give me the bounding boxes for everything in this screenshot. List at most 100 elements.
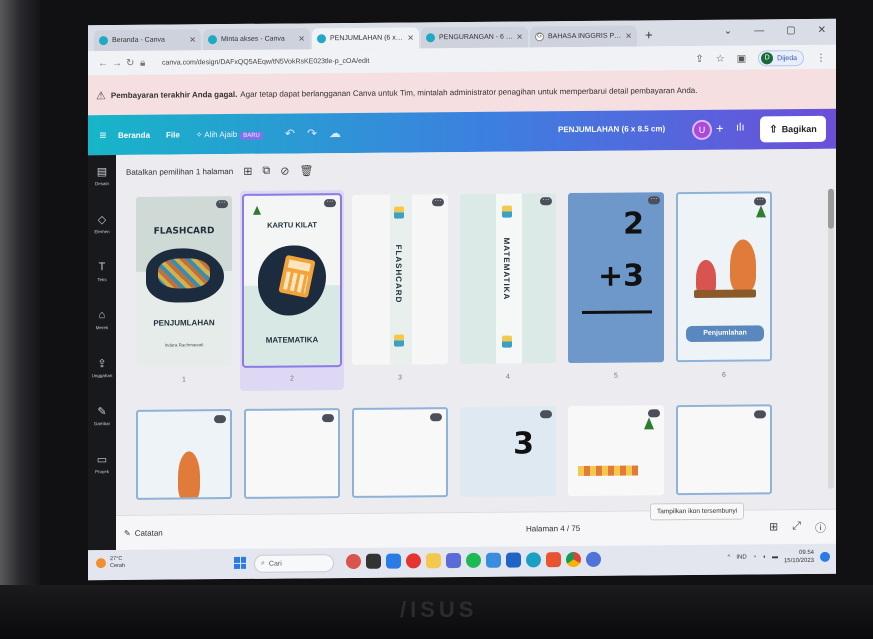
page-thumbnail-4[interactable]: ··· MATEMATIKA <box>460 193 556 365</box>
browser-tab-minta-akses[interactable]: Minta akses - Canva ✕ <box>203 28 310 51</box>
notification-icon[interactable] <box>820 551 830 562</box>
url-text[interactable]: canva.com/design/DAFxQQ5AEqw/tN5VokRsKE0… <box>162 57 369 66</box>
trash-icon[interactable]: 🗑︎ <box>299 164 313 177</box>
share-page-icon[interactable]: ⇪ <box>695 53 703 64</box>
close-icon[interactable]: ✕ <box>407 33 414 42</box>
vertical-scrollbar[interactable] <box>828 188 834 489</box>
more-options-icon[interactable]: ··· <box>754 196 766 206</box>
share-button[interactable]: ⇧ Bagikan <box>760 115 826 143</box>
document-title[interactable]: PENJUMLAHAN (6 x 8.5 cm) <box>558 124 665 134</box>
clock[interactable]: 09.54 15/10/2023 <box>784 549 814 565</box>
spotify-icon[interactable] <box>466 552 481 568</box>
page-thumbnail-9[interactable] <box>352 407 448 498</box>
taskbar-search[interactable]: ⌕ Cari <box>254 554 334 573</box>
browser-tab-pengurangan[interactable]: PENGURANGAN - 6 × 8.5cm ✕ <box>421 26 528 49</box>
browser-tab-bahasa-inggris[interactable]: G BAHASA INGGRIS PENJUML ✕ <box>530 25 637 48</box>
sidebar-item-gambar[interactable]: ✎ Gambar <box>88 405 116 453</box>
page-thumbnail-7[interactable] <box>136 409 232 500</box>
page-indicator[interactable]: Halaman 4 / 75 <box>526 524 580 533</box>
mail-icon[interactable] <box>506 552 521 568</box>
sidebar-item-proyek[interactable]: ▭ Proyek <box>88 453 116 501</box>
home-link[interactable]: Beranda <box>118 130 150 139</box>
cloud-saved-icon[interactable]: ☁ <box>329 126 341 140</box>
deselect-pages-label[interactable]: Batalkan pemilihan 1 halaman <box>126 166 233 176</box>
magic-switch-button[interactable]: ✧ Alih Ajaib BARU <box>196 129 263 140</box>
more-options-icon[interactable] <box>754 410 766 419</box>
opera-icon[interactable] <box>406 553 421 569</box>
volume-icon[interactable]: ◖ <box>762 554 766 560</box>
battery-icon[interactable]: ▬ <box>772 554 778 560</box>
reload-icon[interactable]: ↻ <box>126 57 140 68</box>
insights-icon[interactable]: ılı <box>736 122 745 134</box>
meet-app-icon[interactable] <box>346 553 361 570</box>
add-page-icon[interactable]: ⊞ <box>243 164 252 177</box>
wifi-icon[interactable]: ◔ <box>753 554 757 560</box>
windows-start-icon[interactable] <box>234 556 246 569</box>
chevron-up-icon[interactable]: ^ <box>728 555 731 561</box>
notes-button[interactable]: ✎ Catatan <box>124 528 163 537</box>
new-tab-button[interactable]: + <box>645 27 653 42</box>
forward-icon[interactable]: → <box>112 57 126 68</box>
browser-tab-beranda[interactable]: Beranda - Canva ✕ <box>94 29 201 52</box>
hide-icon[interactable]: ⊘ <box>280 164 289 177</box>
browser-tab-penjumlahan[interactable]: PENJUMLAHAN (6 x 8.5 cm) ✕ <box>312 27 419 50</box>
language-indicator[interactable]: IND <box>736 555 746 561</box>
more-options-icon[interactable]: ··· <box>540 196 552 206</box>
sidebar-item-merek[interactable]: ⌂ Merek <box>88 309 116 357</box>
weather-widget[interactable]: 27°C Cerah <box>96 556 125 570</box>
more-options-icon[interactable] <box>648 409 660 418</box>
settings-icon[interactable] <box>486 552 501 568</box>
grid-view-icon[interactable]: ⊞ <box>769 520 778 536</box>
page-thumbnail-8[interactable] <box>244 408 340 499</box>
more-options-icon[interactable] <box>430 413 442 422</box>
page-thumbnail-10[interactable]: 3 <box>460 406 556 498</box>
more-options-icon[interactable]: ··· <box>216 199 228 209</box>
chat-app-icon[interactable] <box>386 553 401 569</box>
more-options-icon[interactable] <box>540 410 552 419</box>
maximize-icon[interactable]: ▢ <box>786 25 795 36</box>
page-thumbnail-3[interactable]: ··· FLASHCARD <box>352 194 448 365</box>
sidepanel-icon[interactable]: ▣ <box>737 53 746 64</box>
more-options-icon[interactable] <box>322 414 334 423</box>
close-window-icon[interactable]: ✕ <box>818 25 826 36</box>
canva-app-icon[interactable] <box>586 551 601 567</box>
undo-icon[interactable]: ↶ <box>285 126 295 140</box>
fullscreen-icon[interactable]: ⤢ <box>792 520 801 536</box>
help-icon[interactable]: ⓘ <box>815 520 826 536</box>
sidebar-item-elemen[interactable]: ◇ Elemen <box>88 213 116 261</box>
sidebar-item-unggahan[interactable]: ⇪ Unggahan <box>88 357 116 405</box>
taskview-icon[interactable] <box>366 553 381 569</box>
back-icon[interactable]: ← <box>98 58 112 69</box>
sidebar-item-teks[interactable]: T Teks <box>88 261 116 309</box>
profile-button[interactable]: D Dijeda <box>758 50 804 67</box>
page-thumbnail-5[interactable]: ··· 2 +3 <box>568 192 664 364</box>
page-thumbnail-1[interactable]: ··· FLASHCARD PENJUMLAHAN Indara Rachmaw… <box>136 196 232 367</box>
chrome-icon[interactable] <box>566 551 581 568</box>
store-icon[interactable] <box>446 553 461 569</box>
sidebar-item-desain[interactable]: ▤ Desain <box>88 165 116 213</box>
menu-dots-icon[interactable]: ⋮ <box>816 52 826 63</box>
banner-text[interactable]: Agar tetap dapat berlangganan Canva untu… <box>240 85 697 98</box>
hamburger-menu-icon[interactable]: ≡ <box>88 128 118 142</box>
duplicate-icon[interactable]: ⧉ <box>262 164 270 177</box>
close-icon[interactable]: ✕ <box>189 35 196 44</box>
close-icon[interactable]: ✕ <box>625 32 632 41</box>
file-explorer-icon[interactable] <box>426 553 441 569</box>
more-options-icon[interactable]: ··· <box>648 195 660 205</box>
lock-icon[interactable]: 🔒︎ <box>140 57 154 68</box>
page-thumbnail-12[interactable] <box>676 404 772 496</box>
scrollbar-thumb[interactable] <box>828 188 834 229</box>
page-thumbnail-11[interactable] <box>568 405 664 497</box>
more-options-icon[interactable] <box>214 415 226 424</box>
invite-plus-button[interactable]: + <box>716 121 724 136</box>
redo-icon[interactable]: ↷ <box>307 126 317 140</box>
more-options-icon[interactable]: ··· <box>432 197 444 207</box>
file-menu[interactable]: File <box>166 130 180 139</box>
close-icon[interactable]: ✕ <box>516 32 523 41</box>
star-icon[interactable]: ☆ <box>716 53 725 64</box>
chevron-down-icon[interactable]: ⌄ <box>724 26 732 37</box>
page-thumbnail-6[interactable]: ··· Penjumlahan <box>676 191 772 363</box>
close-icon[interactable]: ✕ <box>298 34 305 43</box>
edge-icon[interactable] <box>526 552 541 568</box>
minimize-icon[interactable]: — <box>754 25 764 36</box>
